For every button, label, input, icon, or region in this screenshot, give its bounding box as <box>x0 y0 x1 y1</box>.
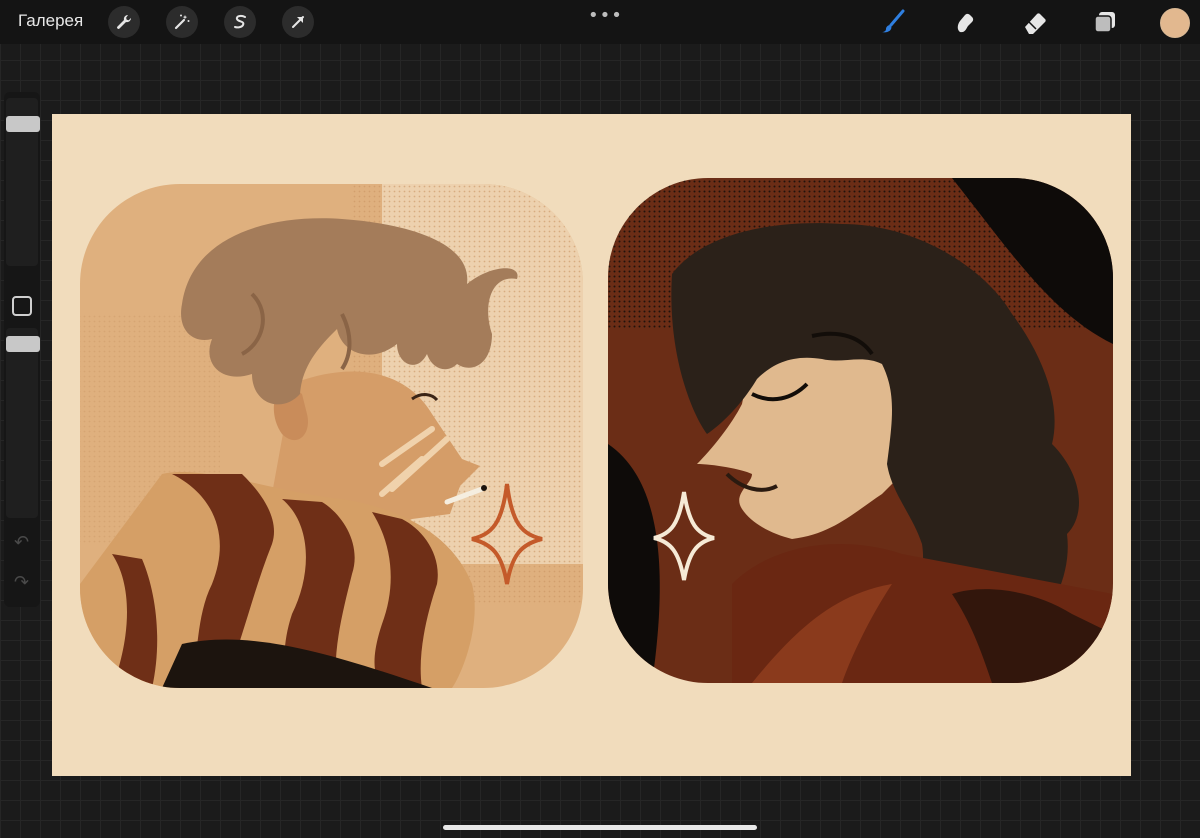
smudge-icon[interactable] <box>950 7 980 37</box>
undo-icon[interactable]: ↶ <box>14 532 34 553</box>
transform-arrow-icon[interactable] <box>282 6 314 38</box>
sidebar: ↶ ↷ <box>4 92 40 607</box>
top-toolbar: Галерея ••• <box>0 0 1200 44</box>
opacity-slider[interactable] <box>6 328 40 518</box>
left-portrait <box>80 184 583 688</box>
magic-wand-icon[interactable] <box>166 6 198 38</box>
opacity-thumb[interactable] <box>6 336 40 352</box>
redo-icon[interactable]: ↷ <box>14 572 34 593</box>
brush-icon[interactable] <box>878 7 908 37</box>
color-picker-swatch[interactable] <box>1160 8 1190 38</box>
brush-size-slider[interactable] <box>6 98 40 266</box>
brush-size-thumb[interactable] <box>6 116 40 132</box>
canvas-artwork[interactable] <box>52 114 1131 776</box>
gallery-button[interactable]: Галерея <box>18 11 83 31</box>
layers-icon[interactable] <box>1090 7 1120 37</box>
modify-button[interactable] <box>12 296 32 316</box>
wrench-icon[interactable] <box>108 6 140 38</box>
more-options-button[interactable]: ••• <box>588 5 623 26</box>
eraser-icon[interactable] <box>1020 7 1050 37</box>
right-portrait <box>608 178 1113 683</box>
home-indicator[interactable] <box>443 825 757 830</box>
selection-icon[interactable] <box>224 6 256 38</box>
